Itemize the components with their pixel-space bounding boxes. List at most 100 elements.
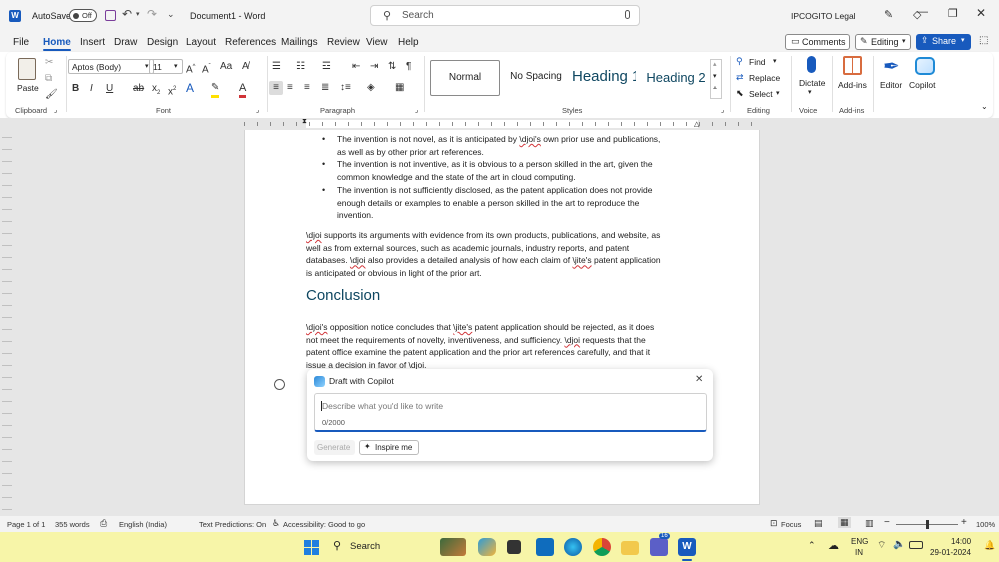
tab-draw[interactable]: Draw: [114, 37, 137, 48]
indent-marker-icon[interactable]: ⧗: [302, 118, 307, 126]
notifications-icon[interactable]: 🔔: [984, 540, 995, 551]
font-name-select[interactable]: Aptos (Body) ▾: [68, 59, 154, 74]
copilot-corner-icon[interactable]: ⬚: [979, 35, 988, 46]
input-language-primary[interactable]: ENG: [851, 537, 868, 546]
copilot-button[interactable]: Copilot: [908, 56, 942, 102]
share-button[interactable]: ⇪ Share ▾: [916, 34, 971, 50]
vertical-ruler[interactable]: [2, 130, 12, 510]
language[interactable]: English (India): [119, 520, 167, 529]
bullet-item[interactable]: The invention is not inventive, as it is…: [337, 158, 717, 183]
shading-icon[interactable]: ◈: [367, 81, 375, 95]
justify-icon[interactable]: ≣: [321, 81, 329, 95]
misspelled-word[interactable]: \djoi's: [306, 322, 327, 332]
body-paragraph[interactable]: \djoi's opposition notice concludes that…: [306, 321, 706, 372]
chrome-icon[interactable]: [593, 538, 611, 556]
misspelled-word[interactable]: \djoi's: [519, 134, 540, 144]
restore-icon[interactable]: ❐: [948, 7, 958, 20]
show-hidden-icons-icon[interactable]: ⌃: [808, 540, 816, 551]
tab-layout[interactable]: Layout: [186, 37, 216, 48]
account-name[interactable]: IPCOGITO Legal: [791, 11, 856, 21]
align-right-icon[interactable]: ≡: [304, 81, 310, 95]
shrink-font-icon[interactable]: Aˇ: [202, 60, 211, 77]
sort-icon[interactable]: ⇅: [388, 60, 396, 74]
align-left-icon[interactable]: ≡: [269, 81, 283, 95]
battery-icon[interactable]: [909, 541, 923, 549]
highlight-color-icon[interactable]: ✎: [211, 81, 220, 98]
search-box[interactable]: ⚲ Search: [370, 5, 640, 26]
word-taskbar-icon[interactable]: W: [678, 538, 696, 556]
styles-down-icon[interactable]: ▾: [713, 72, 717, 80]
word-count[interactable]: 355 words: [55, 520, 90, 529]
borders-icon[interactable]: ▦: [395, 81, 404, 95]
text-predictions[interactable]: Text Predictions: On: [199, 520, 266, 529]
microphone-icon[interactable]: [625, 10, 630, 19]
increase-indent-icon[interactable]: ⇥: [370, 60, 378, 74]
tab-insert[interactable]: Insert: [80, 37, 105, 48]
clipboard-launcher-icon[interactable]: ⌟: [54, 106, 57, 114]
autosave-toggle[interactable]: Off: [69, 9, 97, 22]
terminal-icon[interactable]: [507, 540, 521, 554]
tab-file[interactable]: File: [13, 37, 29, 48]
misspelled-word[interactable]: \djoi: [564, 335, 580, 345]
style-heading-1[interactable]: Heading 1: [572, 60, 636, 96]
bold-icon[interactable]: B: [72, 82, 79, 96]
redo-icon[interactable]: ↷: [147, 7, 157, 21]
misspelled-word[interactable]: \jite's: [453, 322, 472, 332]
copy-icon[interactable]: ⧉: [45, 72, 52, 86]
edge-icon[interactable]: [564, 538, 582, 556]
section-heading[interactable]: Conclusion: [306, 287, 380, 304]
misspelled-word[interactable]: \djoi: [350, 255, 366, 265]
italic-icon[interactable]: I: [90, 82, 93, 96]
zoom-in-icon[interactable]: +: [961, 517, 967, 528]
inspire-me-button[interactable]: ✦ Inspire me: [359, 440, 419, 455]
proofing-icon[interactable]: ⎙: [100, 518, 107, 529]
page-count[interactable]: Page 1 of 1: [7, 520, 45, 529]
zoom-slider-thumb[interactable]: [926, 520, 929, 529]
font-size-select[interactable]: 11 ▾: [149, 59, 183, 74]
save-icon[interactable]: [105, 10, 116, 21]
onedrive-icon[interactable]: ☁: [828, 539, 839, 552]
change-case-icon[interactable]: Aa: [220, 60, 232, 74]
tab-home[interactable]: Home: [43, 37, 71, 51]
volume-icon[interactable]: 🔈: [893, 539, 905, 550]
styles-scroll[interactable]: ▴ ▾ ⩡: [710, 59, 722, 99]
select-button[interactable]: ⬉ Select ▾: [736, 88, 786, 101]
show-formatting-icon[interactable]: ¶: [406, 60, 411, 74]
grow-font-icon[interactable]: A^: [186, 60, 196, 77]
styles-more-icon[interactable]: ⩡: [713, 85, 717, 93]
numbering-icon[interactable]: ☷: [296, 60, 305, 74]
outlook-icon[interactable]: [536, 538, 554, 556]
text-effects-icon[interactable]: A: [186, 81, 194, 95]
styles-launcher-icon[interactable]: ⌟: [721, 106, 724, 114]
paragraph-launcher-icon[interactable]: ⌟: [415, 106, 418, 114]
right-indent-marker-icon[interactable]: △: [694, 120, 699, 128]
style-normal[interactable]: Normal: [430, 60, 500, 96]
copilot-prompt-input[interactable]: Describe what you'd like to write 0/2000: [314, 393, 707, 432]
replace-button[interactable]: ⇄ Replace: [736, 72, 786, 85]
tab-help[interactable]: Help: [398, 37, 419, 48]
misspelled-word[interactable]: \djoi: [306, 230, 322, 240]
zoom-level[interactable]: 100%: [976, 520, 995, 529]
copilot-margin-icon[interactable]: [274, 379, 285, 390]
line-spacing-icon[interactable]: ↕≡: [340, 81, 351, 95]
underline-icon[interactable]: U: [106, 82, 113, 96]
zoom-slider[interactable]: [896, 520, 958, 529]
focus-mode[interactable]: Focus: [781, 520, 801, 529]
read-mode-icon[interactable]: ▤: [814, 518, 823, 529]
accessibility-status[interactable]: Accessibility: Good to go: [283, 520, 365, 529]
style-no-spacing[interactable]: No Spacing: [506, 60, 566, 96]
editing-mode-button[interactable]: ✎ Editing ▾: [855, 34, 911, 50]
horizontal-ruler[interactable]: ⧗ △: [0, 118, 999, 130]
font-color-icon[interactable]: A: [239, 81, 247, 98]
styles-up-icon[interactable]: ▴: [713, 60, 717, 68]
style-heading-2[interactable]: Heading 2: [643, 60, 709, 96]
generate-button[interactable]: Generate: [314, 440, 355, 455]
widgets-icon[interactable]: [440, 538, 466, 556]
close-window-icon[interactable]: ✕: [976, 6, 986, 20]
windows-start-icon[interactable]: [304, 540, 319, 555]
clear-formatting-icon[interactable]: A̸: [242, 60, 249, 74]
find-button[interactable]: ⚲ Find ▾: [736, 56, 786, 69]
taskbar-search[interactable]: ⚲ Search: [330, 539, 430, 556]
collapse-ribbon-icon[interactable]: ⌄: [981, 102, 988, 111]
format-painter-icon[interactable]: 🖌: [45, 88, 58, 102]
